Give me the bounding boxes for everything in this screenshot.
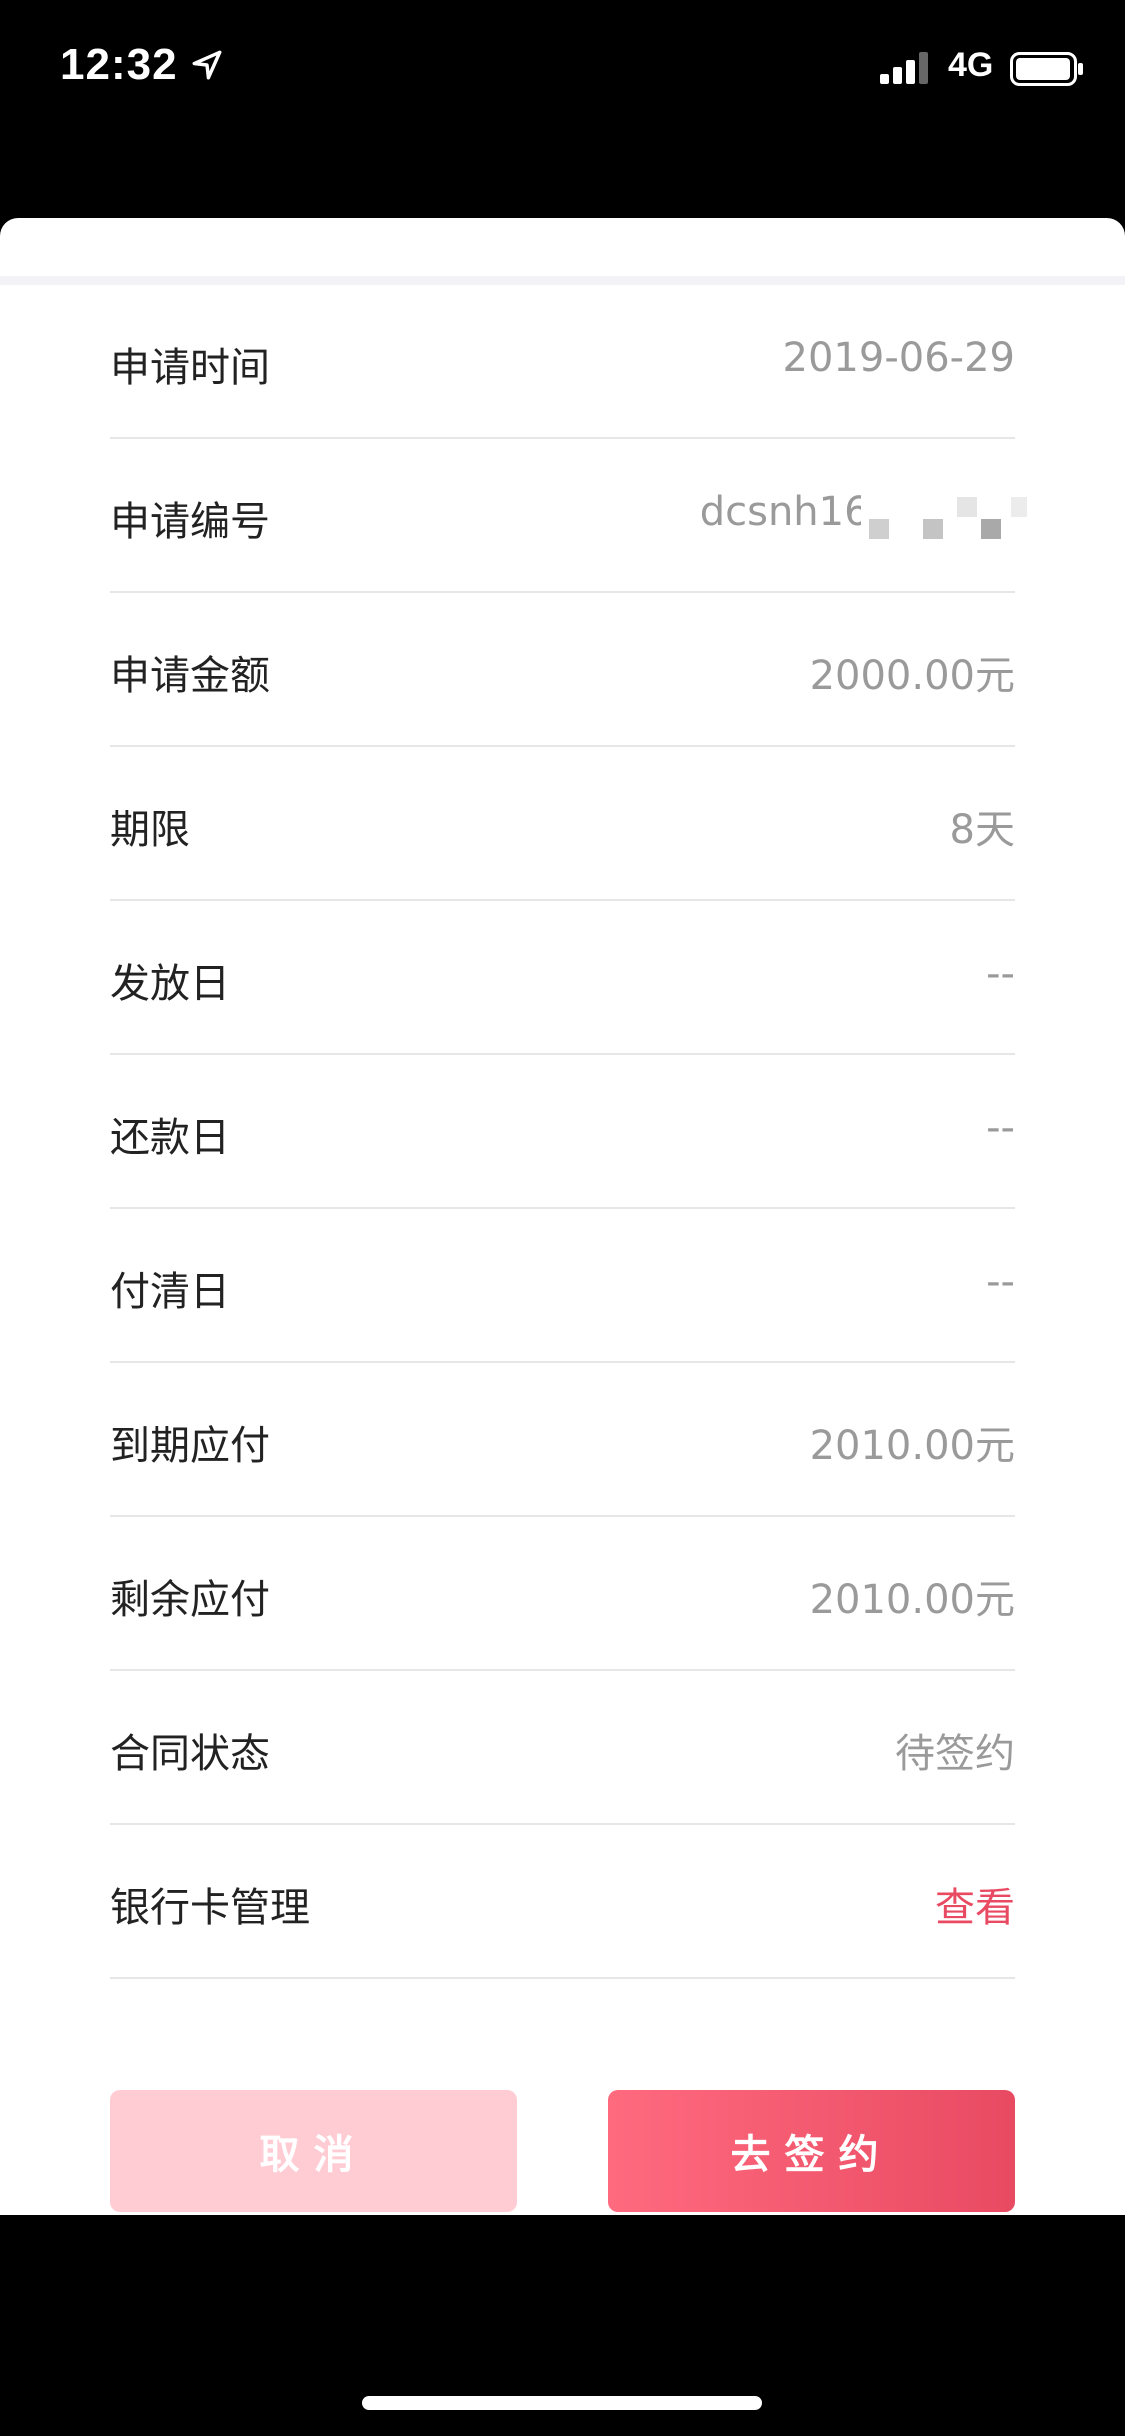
detail-list: 申请时间 2019-06-29 申请编号 dcsnh163 申请金额 2000.… xyxy=(110,285,1027,1979)
signal-icon xyxy=(880,52,928,84)
row-label: 付清日 xyxy=(110,1269,230,1315)
row-label: 剩余应付 xyxy=(110,1577,270,1623)
row-value: -- xyxy=(986,951,1015,997)
detail-row-apply-amount: 申请金额 2000.00元 xyxy=(110,593,1015,747)
row-label: 银行卡管理 xyxy=(110,1885,310,1931)
detail-row-remaining-due: 剩余应付 2010.00元 xyxy=(110,1517,1015,1671)
row-value: -- xyxy=(986,1259,1015,1305)
sign-contract-button[interactable]: 去签约 xyxy=(608,2090,1015,2212)
detail-row-contract-status: 合同状态 待签约 xyxy=(110,1671,1015,1825)
loan-detail-sheet: 申请时间 2019-06-29 申请编号 dcsnh163 申请金额 2000.… xyxy=(0,218,1125,2215)
row-label: 申请金额 xyxy=(110,653,270,699)
location-icon xyxy=(192,50,222,80)
row-label: 申请时间 xyxy=(110,345,270,391)
cancel-button[interactable]: 取消 xyxy=(110,2090,517,2212)
detail-row-apply-number: 申请编号 dcsnh163 xyxy=(110,439,1027,593)
detail-row-bank-card[interactable]: 银行卡管理 查看 xyxy=(110,1825,1015,1979)
row-label: 到期应付 xyxy=(110,1423,270,1469)
row-value: -- xyxy=(986,1105,1015,1151)
detail-row-repayment-date: 还款日 -- xyxy=(110,1055,1015,1209)
row-label: 发放日 xyxy=(110,961,230,1007)
status-bar: 12:32 4G xyxy=(0,0,1125,140)
battery-icon xyxy=(1010,52,1083,86)
row-value: 2010.00元 xyxy=(809,1577,1015,1623)
detail-row-payoff-date: 付清日 -- xyxy=(110,1209,1015,1363)
detail-row-term: 期限 8天 xyxy=(110,747,1015,901)
status-time: 12:32 xyxy=(60,40,178,89)
status-value: 待签约 xyxy=(895,1731,1015,1777)
row-value: 2010.00元 xyxy=(809,1423,1015,1469)
row-label: 还款日 xyxy=(110,1115,230,1161)
row-label: 申请编号 xyxy=(110,499,270,545)
row-label: 期限 xyxy=(110,807,190,853)
detail-row-apply-time: 申请时间 2019-06-29 xyxy=(110,285,1015,439)
row-label: 合同状态 xyxy=(110,1731,270,1777)
detail-row-amount-due: 到期应付 2010.00元 xyxy=(110,1363,1015,1517)
row-value: 2000.00元 xyxy=(809,653,1015,699)
detail-row-disbursement-date: 发放日 -- xyxy=(110,901,1015,1055)
row-value: 2019-06-29 xyxy=(782,335,1015,381)
home-indicator[interactable] xyxy=(362,2396,762,2410)
row-value: 8天 xyxy=(949,807,1015,853)
sheet-divider xyxy=(0,276,1125,285)
network-label: 4G xyxy=(948,46,994,84)
redaction-mosaic xyxy=(861,455,1027,575)
view-bank-card-link[interactable]: 查看 xyxy=(935,1875,1015,1933)
